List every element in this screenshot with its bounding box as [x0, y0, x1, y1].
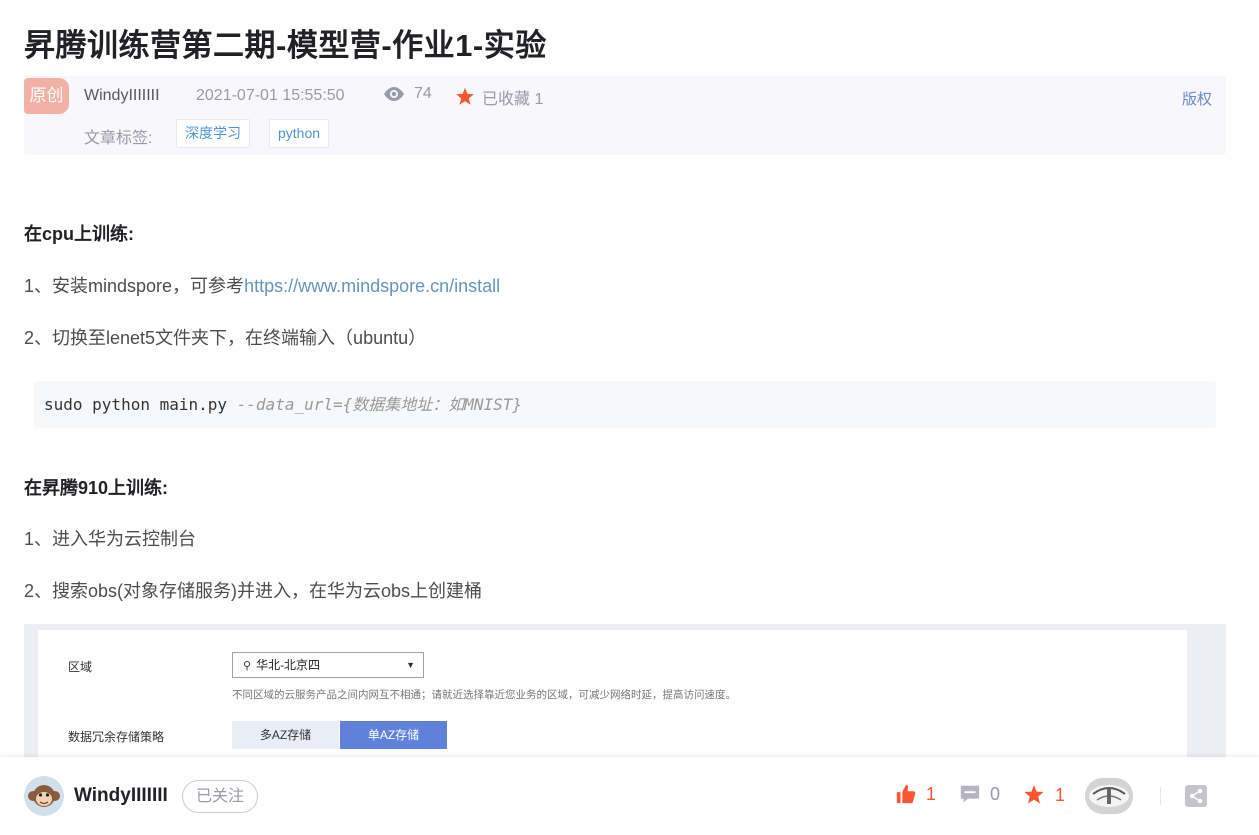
toolbar-divider	[1160, 787, 1161, 805]
ascend-step-1: 1、进入华为云控制台	[24, 529, 197, 549]
caret-down-icon: ▼	[406, 660, 415, 670]
cpu-heading: 在cpu上训练:	[24, 224, 134, 244]
bottom-toolbar: WindyIIIIIII 已关注 1 0 1	[0, 757, 1259, 835]
view-count-value: 74	[414, 85, 432, 102]
star-icon	[456, 87, 474, 105]
comment-icon	[960, 785, 980, 803]
copyright-link[interactable]: 版权	[1182, 88, 1212, 109]
author-link[interactable]: WindyIIIIIII	[84, 87, 160, 105]
region-value: 华北-北京四	[256, 658, 321, 672]
like-count: 1	[926, 783, 937, 804]
cpu-step-1-text: 1、安装mindspore，可参考	[24, 276, 245, 296]
region-label: 区域	[68, 660, 93, 674]
article-meta: 原创 WindyIIIIIII 2021-07-01 15:55:50 74 已…	[24, 76, 1226, 155]
multi-az-option: 多AZ存储	[232, 721, 339, 749]
ascend-step-2: 2、搜索obs(对象存储服务)并进入，在华为云obs上创建桶	[24, 581, 483, 601]
region-hint: 不同区域的云服务产品之间内网互不相通；请就近选择靠近您业务的区域，可减少网络时延…	[232, 689, 736, 701]
eye-icon	[384, 87, 404, 101]
single-az-option: 单AZ存储	[340, 721, 447, 749]
share-icon	[1189, 788, 1203, 804]
bottom-author-name[interactable]: WindyIIIIIII	[74, 785, 168, 807]
code-command: sudo python main.py	[44, 395, 237, 414]
like-button[interactable]: 1	[895, 783, 936, 805]
tags-label: 文章标签:	[84, 130, 153, 147]
collect-status-label: 已收藏 1	[482, 91, 544, 108]
region-select: ⚲ 华北-北京四 ▼	[232, 652, 424, 678]
article-title: 昇腾训练营第二期-模型营-作业1-实验	[24, 28, 547, 63]
cpu-step-2: 2、切换至lenet5文件夹下，在终端输入（ubuntu）	[24, 328, 427, 348]
tag-python[interactable]: python	[269, 119, 330, 148]
comment-count: 0	[990, 783, 1001, 804]
cpu-step-1: 1、安装mindspore，可参考https://www.mindspore.c…	[24, 272, 500, 298]
thumbs-up-icon	[896, 784, 916, 804]
mindspore-install-link[interactable]: https://www.mindspore.cn/install	[244, 276, 500, 296]
avatar[interactable]	[24, 776, 64, 816]
collect-button[interactable]: 1	[1022, 783, 1065, 807]
collect-count: 1	[1055, 784, 1066, 805]
publish-time: 2021-07-01 15:55:50	[196, 87, 345, 104]
redundancy-label: 数据冗余存储策略	[68, 730, 165, 744]
ascend-heading: 在昇腾910上训练:	[24, 478, 169, 498]
code-block: sudo python main.py --data_url={数据集地址：如M…	[34, 381, 1216, 428]
obs-create-bucket-form: 区域 ⚲ 华北-北京四 ▼ 不同区域的云服务产品之间内网互不相通；请就近选择靠近您…	[38, 630, 1187, 764]
collect-status[interactable]: 已收藏 1	[454, 85, 543, 109]
code-comment: --data_url={数据集地址：如MNIST}	[236, 395, 523, 414]
reward-image-icon	[1085, 778, 1133, 814]
star-icon	[1024, 785, 1044, 804]
location-pin-icon: ⚲	[243, 660, 252, 672]
view-count: 74	[382, 85, 432, 103]
comment-button[interactable]: 0	[959, 783, 1000, 805]
tag-deep-learning[interactable]: 深度学习	[176, 119, 250, 148]
follow-button[interactable]: 已关注	[182, 780, 258, 813]
monkey-avatar-icon	[24, 776, 64, 816]
share-button[interactable]	[1185, 785, 1207, 807]
original-badge: 原创	[24, 78, 69, 114]
reward-button[interactable]	[1085, 778, 1133, 814]
embedded-screenshot: 区域 ⚲ 华北-北京四 ▼ 不同区域的云服务产品之间内网互不相通；请就近选择靠近您…	[24, 624, 1226, 764]
